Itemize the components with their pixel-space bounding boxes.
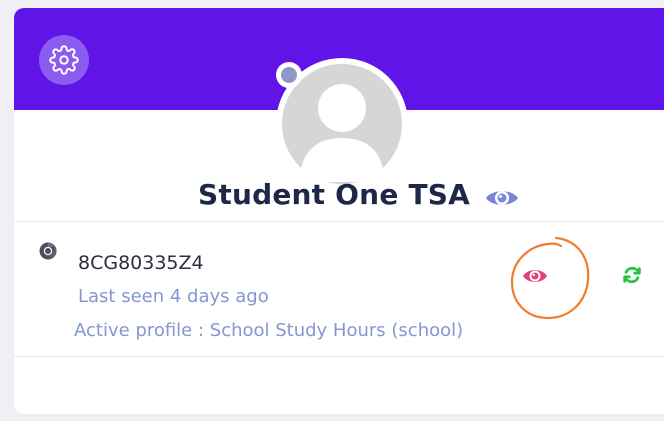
online-status-indicator [276, 62, 302, 88]
user-silhouette-icon [300, 84, 384, 182]
refresh-button[interactable] [621, 264, 643, 286]
view-student-button[interactable] [485, 186, 519, 210]
divider [14, 221, 664, 222]
gear-icon [49, 45, 79, 75]
student-avatar [276, 58, 408, 190]
eye-icon [486, 191, 518, 205]
avatar-placeholder [282, 64, 402, 184]
page-background: Student One TSA 8CG80335Z4 Last seen 4 d… [0, 0, 664, 421]
refresh-icon [623, 266, 641, 284]
active-profile-text: Active profile : School Study Hours (sch… [74, 320, 464, 341]
last-seen-text: Last seen 4 days ago [78, 286, 269, 307]
eye-icon [523, 270, 547, 282]
device-id: 8CG80335Z4 [78, 252, 204, 274]
status-dot [281, 67, 297, 83]
student-card: Student One TSA 8CG80335Z4 Last seen 4 d… [14, 8, 664, 414]
divider [14, 356, 664, 357]
student-name: Student One TSA [198, 178, 470, 211]
settings-button[interactable] [39, 35, 89, 85]
view-device-button[interactable] [522, 266, 548, 286]
chrome-icon [39, 242, 57, 260]
highlight-circle-annotation [510, 236, 590, 320]
